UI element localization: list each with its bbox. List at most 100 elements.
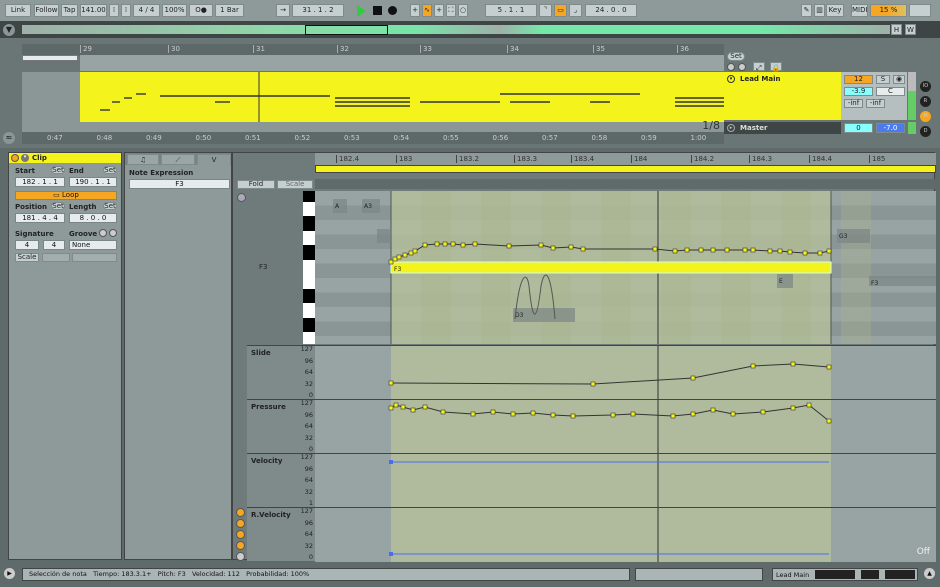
play-icon[interactable]	[357, 5, 366, 17]
piano-key[interactable]	[303, 245, 315, 260]
tap-button[interactable]: Tap	[61, 4, 78, 17]
song-position-field[interactable]: 31 . 1 . 2	[292, 4, 344, 17]
clip-fold-icon[interactable]: ▾	[21, 154, 29, 162]
next-locator-icon[interactable]	[738, 63, 746, 71]
volume-field[interactable]: -3.9	[844, 87, 873, 96]
groove-dropdown[interactable]: None	[69, 240, 117, 250]
collapse-triangle-icon[interactable]: ▼	[3, 24, 15, 36]
position-field[interactable]: 181 . 4 . 4	[15, 213, 65, 223]
follow-arrow-icon[interactable]: →	[276, 4, 290, 17]
master-track-header[interactable]: ▸ Master	[724, 122, 841, 134]
side-button-m[interactable]: M	[920, 111, 931, 122]
loop-brace[interactable]	[22, 55, 78, 61]
key-map-button[interactable]: Key	[826, 4, 844, 17]
side-button-r[interactable]: R	[920, 96, 931, 107]
expand-icon[interactable]: ⤢	[753, 62, 765, 72]
capture-icon[interactable]: ⛶	[446, 4, 456, 17]
piano-key[interactable]	[303, 201, 315, 216]
loop-toggle-icon[interactable]: ▭	[554, 4, 567, 17]
track-fold-icon[interactable]: ▾	[727, 75, 735, 83]
tab-notes[interactable]: ♫	[127, 154, 159, 165]
overview-bar[interactable]: ▼ H W	[0, 22, 940, 38]
scale-root-dropdown[interactable]	[42, 253, 70, 262]
scale-button[interactable]: Scale	[15, 253, 39, 262]
loop-length-field[interactable]: 24 . 0 . 0	[585, 4, 637, 17]
note-field[interactable]: F3	[129, 179, 230, 189]
start-set-button[interactable]: Set	[51, 166, 65, 174]
loop-button[interactable]: ▭ Loop	[15, 191, 117, 200]
lane-toggle-icon[interactable]	[236, 552, 245, 561]
h-button[interactable]: H	[891, 24, 902, 35]
nudge-down-icon[interactable]: ⁞	[109, 4, 119, 17]
midi-map-button[interactable]: MIDI	[851, 4, 868, 17]
grid-size[interactable]: 1/8	[702, 119, 720, 132]
scale-name-dropdown[interactable]	[72, 253, 117, 262]
automation-arm-icon[interactable]: ∿	[422, 4, 432, 17]
end-set-button[interactable]: Set	[103, 166, 117, 174]
groove-edit-icon[interactable]	[99, 229, 107, 237]
loop-start-field[interactable]: 5 . 1 . 1	[485, 4, 537, 17]
stop-icon[interactable]	[373, 6, 382, 15]
signature-field[interactable]: 4 / 4	[133, 4, 160, 17]
zoom-field[interactable]: 100%	[162, 4, 187, 17]
piano-key[interactable]	[303, 317, 315, 332]
set-button[interactable]: Set	[727, 52, 745, 61]
lane-pressure[interactable]: Pressure 127 96 64 32 0	[247, 399, 936, 454]
clip-lead-main[interactable]	[80, 72, 724, 122]
piano-key[interactable]	[303, 332, 315, 344]
prev-locator-icon[interactable]	[727, 63, 735, 71]
arm-icon[interactable]: ◉	[893, 75, 905, 84]
lane-toggle-icon[interactable]	[236, 530, 245, 539]
tempo-field[interactable]: 141.00	[80, 4, 107, 17]
send-a-field[interactable]: -inf	[844, 99, 863, 108]
clip-activator-icon[interactable]	[11, 154, 19, 162]
groove-commit-icon[interactable]	[109, 229, 117, 237]
link-button[interactable]: Link	[5, 4, 31, 17]
record-icon[interactable]	[388, 6, 397, 15]
length-set-button[interactable]: Set	[103, 202, 117, 210]
track-number[interactable]: 12	[844, 75, 873, 84]
position-set-button[interactable]: Set	[51, 202, 65, 210]
scale-button[interactable]: Scale	[277, 180, 313, 189]
tab-expression[interactable]: V	[197, 154, 231, 165]
end-field[interactable]: 190 . 1 . 1	[69, 177, 117, 187]
fold-button[interactable]: Fold	[237, 180, 275, 189]
note-grid[interactable]: A A3G3E F3D3F3	[315, 191, 936, 344]
session-record-icon[interactable]: ○	[458, 4, 468, 17]
signature-numerator[interactable]: 4	[15, 240, 39, 250]
signature-denominator[interactable]: 4	[43, 240, 65, 250]
piano-key[interactable]	[303, 303, 315, 318]
track-header-lead-main[interactable]: ▾ Lead Main	[724, 72, 841, 120]
master-level[interactable]: -7.0	[876, 123, 905, 133]
keyboard-icon[interactable]: ▥	[814, 4, 825, 17]
piano-key[interactable]	[303, 230, 315, 245]
time-ruler[interactable]: 0:47 0:48 0:49 0:50 0:51 0:52 0:53 0:54 0:55 0:56…	[22, 132, 724, 144]
show-info-icon[interactable]: ▶	[4, 568, 15, 579]
loop-bar[interactable]	[315, 165, 936, 173]
lock-icon[interactable]: 🔒	[770, 62, 782, 72]
tab-envelopes[interactable]: ⟋	[161, 154, 195, 165]
side-button-io[interactable]: IO	[920, 81, 931, 92]
lane-toggle-icon[interactable]	[236, 508, 245, 517]
track-selector[interactable]: Lead Main	[772, 568, 918, 581]
lane-toggle-icon[interactable]	[236, 541, 245, 550]
piano-key[interactable]	[303, 191, 315, 202]
metronome-button[interactable]: O●	[189, 4, 213, 17]
master-fold-icon[interactable]: ▸	[727, 124, 735, 132]
start-field[interactable]: 182 . 1 . 1	[15, 177, 65, 187]
scroll-lane[interactable]	[315, 179, 936, 189]
lane-velocity[interactable]: Velocity 127 96 64 32 1	[247, 453, 936, 508]
send-b-field[interactable]: -inf	[866, 99, 885, 108]
piano-keys[interactable]	[303, 191, 315, 344]
pan-field[interactable]: C	[876, 87, 905, 96]
nudge-up-icon[interactable]: ⁞	[121, 4, 131, 17]
piano-key[interactable]	[303, 259, 315, 274]
editor-ruler[interactable]: 182.4 183 183.2 183.3 183.4 184 184.2 184.3 184.…	[315, 153, 936, 165]
locator-lane[interactable]	[80, 55, 724, 71]
lane-slide[interactable]: Slide 127 96 64 32 0	[247, 345, 936, 400]
solo-button[interactable]: S	[876, 75, 890, 84]
quantize-dropdown[interactable]: 1 Bar	[215, 4, 244, 17]
follow-button[interactable]: Follow	[34, 4, 59, 17]
draw-mode-icon[interactable]: ✎	[801, 4, 812, 17]
overview-viewport[interactable]	[305, 25, 388, 35]
